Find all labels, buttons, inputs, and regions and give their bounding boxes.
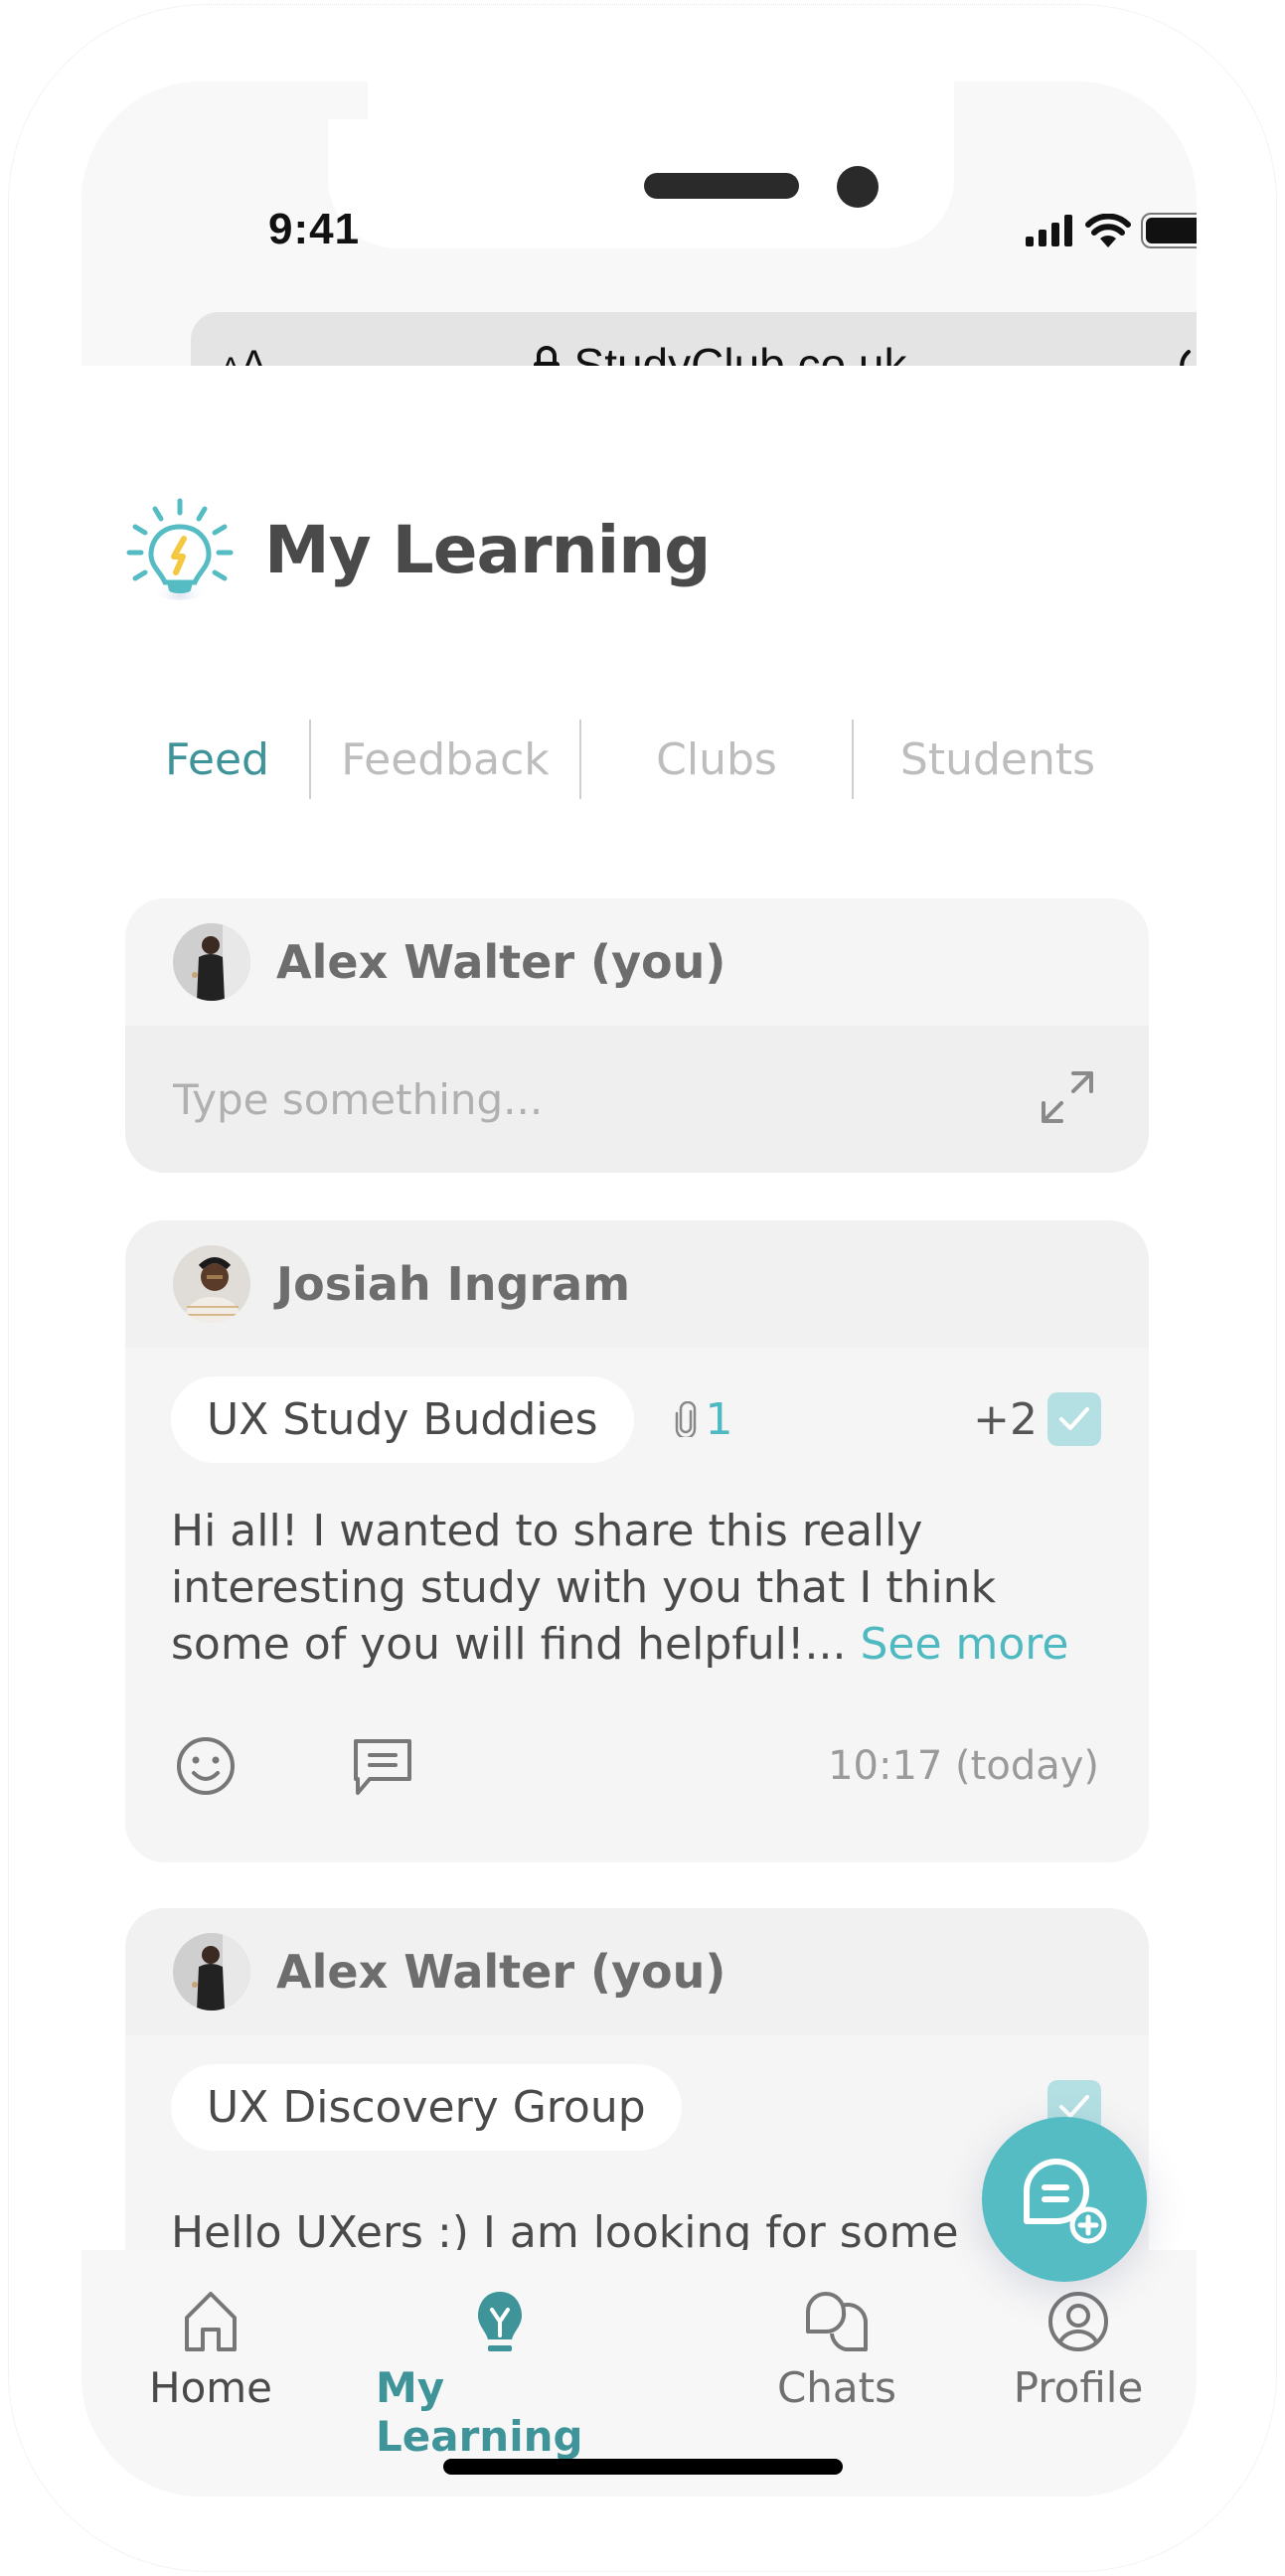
tab-clubs[interactable]: Clubs	[581, 734, 852, 785]
composer-author: Alex Walter (you)	[276, 935, 726, 989]
nav-home[interactable]: Home	[148, 2290, 273, 2412]
nav-chats[interactable]: Chats	[757, 2290, 916, 2412]
paperclip-icon	[675, 1401, 696, 1437]
post-header: Josiah Ingram	[125, 1220, 1149, 1348]
post-body: Hi all! I wanted to share this really in…	[125, 1467, 1149, 1673]
feed-post: Josiah Ingram UX Study Buddies 1 +2 Hi a…	[125, 1220, 1149, 1862]
checkbox[interactable]	[1047, 1392, 1101, 1446]
nav-label: Chats	[776, 2363, 897, 2412]
post-author: Alex Walter (you)	[276, 1945, 726, 1999]
status-time: 9:41	[268, 205, 361, 253]
post-meta: UX Discovery Group	[125, 2035, 1149, 2155]
speaker	[644, 173, 799, 199]
lightbulb-icon	[478, 2292, 522, 2351]
avatar[interactable]	[173, 923, 250, 1001]
club-tag[interactable]: UX Discovery Group	[171, 2063, 682, 2151]
home-icon	[185, 2292, 237, 2351]
new-chat-icon	[1024, 2159, 1107, 2244]
nav-my-learning[interactable]: My Learning	[376, 2290, 624, 2461]
post-meta: UX Study Buddies 1 +2	[125, 1348, 1149, 1467]
lightbulb-icon	[126, 498, 234, 600]
attachments[interactable]: 1	[674, 1394, 733, 1445]
phone-frame: 9:41 AA StudyClub.co.uk	[81, 81, 1197, 2496]
see-more-link[interactable]: See more	[860, 1619, 1068, 1670]
tab-feed[interactable]: Feed	[125, 734, 309, 785]
extra-count: +2	[973, 1393, 1038, 1445]
tab-bar: Feed Feedback Clubs Students	[125, 720, 1179, 799]
front-camera	[837, 166, 879, 208]
comment-icon[interactable]	[352, 1735, 413, 1797]
page-header: My Learning	[125, 495, 711, 604]
post-input[interactable]	[173, 1074, 968, 1124]
club-tag[interactable]: UX Study Buddies	[171, 1375, 634, 1463]
nav-label: Home	[148, 2363, 273, 2412]
attachment-count: 1	[705, 1393, 733, 1445]
nav-label: My Learning	[376, 2363, 583, 2461]
profile-icon	[1048, 2292, 1108, 2351]
nav-label: Profile	[1013, 2363, 1144, 2412]
post-header: Alex Walter (you)	[125, 1908, 1149, 2035]
composer-input-row	[125, 1026, 1149, 1173]
post-actions: 10:17 (today)	[125, 1673, 1149, 1802]
page-title: My Learning	[264, 511, 711, 588]
chats-icon	[806, 2292, 869, 2351]
home-indicator[interactable]	[443, 2459, 843, 2475]
tab-feedback[interactable]: Feedback	[311, 734, 579, 785]
signal-icon	[1026, 215, 1072, 246]
app-content: My Learning Feed Feedback Clubs Students	[81, 366, 1197, 2465]
expand-icon[interactable]	[1040, 1069, 1095, 1125]
status-icons	[1026, 213, 1197, 248]
avatar[interactable]	[173, 1933, 250, 2011]
post-author: Josiah Ingram	[276, 1257, 631, 1311]
composer-header: Alex Walter (you)	[125, 898, 1149, 1026]
composer-card: Alex Walter (you)	[125, 898, 1149, 1173]
new-chat-button[interactable]	[982, 2117, 1147, 2282]
notch	[328, 81, 954, 248]
avatar[interactable]	[173, 1245, 250, 1323]
check-icon	[1059, 1407, 1089, 1430]
wifi-icon	[1085, 214, 1131, 247]
battery-icon	[1141, 213, 1197, 248]
tab-students[interactable]: Students	[854, 734, 1142, 785]
post-timestamp: 10:17 (today)	[828, 1743, 1099, 1789]
emoji-reaction-icon[interactable]	[175, 1735, 237, 1797]
nav-profile[interactable]: Profile	[994, 2290, 1163, 2412]
